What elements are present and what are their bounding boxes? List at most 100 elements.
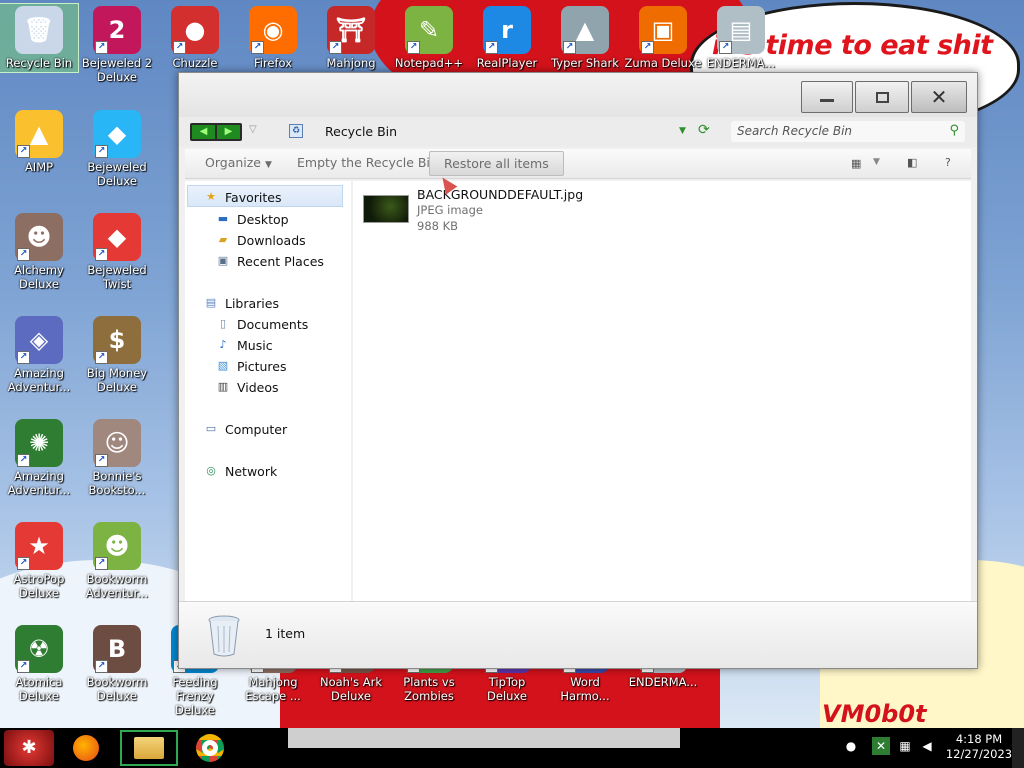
- search-icon[interactable]: ⚲: [949, 123, 959, 138]
- forward-button[interactable]: ▶: [217, 125, 240, 139]
- shortcut-arrow-icon: ↗: [17, 557, 30, 570]
- firefox-icon: [73, 735, 99, 761]
- shortcut-arrow-icon: ↗: [95, 145, 108, 158]
- desktop-icon-label: Typer Shark: [551, 56, 619, 70]
- search-input[interactable]: Search Recycle Bin ⚲: [731, 121, 965, 142]
- navigation-pane: ★ Favorites ▬ Desktop ▰ Downloads ▣ Rece…: [185, 181, 351, 601]
- desktop-icon-label: Bejeweled 2 Deluxe: [81, 56, 153, 84]
- window-titlebar[interactable]: ✕: [179, 73, 977, 117]
- desktop-icon-item[interactable]: ★ ↗ AstroPop Deluxe: [0, 520, 78, 602]
- desktop-icon-box: ◆ ↗ Bejeweled Deluxe: [78, 108, 156, 190]
- bookworm-adventures-icon: ☻ ↗: [93, 522, 141, 570]
- recent-pages-chevron-icon[interactable]: ▽: [249, 124, 257, 135]
- network-tray-icon[interactable]: ▦: [896, 737, 914, 755]
- show-desktop-button[interactable]: [1012, 728, 1024, 768]
- nav-favorites[interactable]: ★ Favorites: [203, 187, 281, 207]
- start-button[interactable]: ✱: [4, 730, 54, 766]
- security-alert-icon[interactable]: ✕: [872, 737, 890, 755]
- recycle-bin-window[interactable]: ✕ ◀ ▶ ▽ ♻ Recycle Bin ▼ ⟳ Search Recycle…: [178, 72, 978, 669]
- nav-music-label: Music: [237, 337, 273, 353]
- chevron-down-icon: ▼: [264, 160, 272, 170]
- desktop-icon-box: ☢ ↗ Atomica Deluxe: [0, 623, 78, 705]
- desktop-icon-box: ☻ ↗ Bookworm Adventur...: [78, 520, 156, 602]
- desktop-icon-item[interactable]: ◈ ↗ Amazing Adventur...: [0, 314, 78, 396]
- desktop-icon-label: Bejeweled Twist: [87, 263, 147, 291]
- nav-recent-places[interactable]: ▣ Recent Places: [215, 251, 324, 271]
- refresh-icon[interactable]: ⟳: [698, 122, 710, 138]
- realplayer-icon: r ↗: [483, 6, 531, 54]
- recycle-bin-large-icon: [208, 615, 240, 657]
- desktop-icon-box: ✺ ↗ Amazing Adventur...: [0, 417, 78, 499]
- breadcrumb[interactable]: Recycle Bin: [325, 124, 397, 139]
- desktop-icon-item[interactable]: ◆ ↗ Bejeweled Deluxe: [78, 108, 156, 190]
- nav-downloads[interactable]: ▰ Downloads: [215, 230, 306, 250]
- desktop-icon-item[interactable]: ✺ ↗ Amazing Adventur...: [0, 417, 78, 499]
- desktop-icon-item[interactable]: ⛩ ↗ Mahjong: [312, 4, 390, 72]
- nav-videos[interactable]: ▥ Videos: [215, 377, 279, 397]
- nav-computer[interactable]: ▭ Computer: [203, 419, 287, 439]
- desktop-icon-item[interactable]: ☻ ↗ Bookworm Adventur...: [78, 520, 156, 602]
- desktop-icon-item[interactable]: r ↗ RealPlayer: [468, 4, 546, 72]
- desktop-icon-label: ENDERMA...: [706, 56, 776, 70]
- taskbar-chrome[interactable]: [188, 730, 232, 766]
- desktop-icon-item[interactable]: ◉ ↗ Firefox: [234, 4, 312, 72]
- view-options-icon[interactable]: ▦: [851, 157, 861, 170]
- empty-recycle-bin-button[interactable]: Empty the Recycle Bin: [297, 155, 438, 170]
- shortcut-arrow-icon: ↗: [407, 41, 420, 54]
- desktop-icon-item[interactable]: ▲ ↗ Typer Shark: [546, 4, 624, 72]
- desktop-icon-item[interactable]: ▤↗ ENDERMA...: [702, 4, 780, 72]
- desktop-icon-item[interactable]: ▲ ↗ AIMP: [0, 108, 78, 176]
- desktop-icon-item[interactable]: ▣ ↗ Zuma Deluxe: [624, 4, 702, 72]
- maximize-button[interactable]: [855, 81, 909, 113]
- taskbar-explorer[interactable]: [120, 730, 178, 766]
- minimize-button[interactable]: [801, 81, 853, 113]
- bejeweled2-icon: 2 ↗: [93, 6, 141, 54]
- nav-libraries[interactable]: ▤ Libraries: [203, 293, 279, 313]
- shortcut-arrow-icon: ↗: [563, 41, 576, 54]
- bejeweled-twist-icon: ◆ ↗: [93, 213, 141, 261]
- desktop-icon-item[interactable]: 🗑 Recycle Bin: [0, 3, 79, 73]
- view-chevron-down-icon[interactable]: ▼: [873, 157, 880, 167]
- desktop-icon-box: ▣ ↗ Zuma Deluxe: [624, 4, 702, 72]
- desktop-icon-label: RealPlayer: [476, 56, 538, 70]
- nav-network-label: Network: [225, 463, 278, 479]
- action-center-icon[interactable]: ●: [842, 737, 860, 755]
- nav-network[interactable]: ◎ Network: [203, 461, 277, 481]
- desktop-icon-item[interactable]: ☢ ↗ Atomica Deluxe: [0, 623, 78, 705]
- network-icon: ◎: [206, 464, 216, 477]
- restore-all-items-button[interactable]: Restore all items: [429, 151, 564, 176]
- close-button[interactable]: ✕: [911, 81, 967, 113]
- desktop-icon-label: Bejeweled Deluxe: [87, 160, 147, 188]
- desktop-icon-item[interactable]: ☻ ↗ Alchemy Deluxe: [0, 211, 78, 293]
- nav-desktop[interactable]: ▬ Desktop: [215, 209, 289, 229]
- desktop-icon-item[interactable]: 2 ↗ Bejeweled 2 Deluxe: [78, 4, 156, 86]
- desktop-icon-label: AstroPop Deluxe: [13, 572, 65, 600]
- shortcut-arrow-icon: ↗: [17, 248, 30, 261]
- desktop-icon-item[interactable]: $ ↗ Big Money Deluxe: [78, 314, 156, 396]
- nav-libraries-label: Libraries: [225, 295, 279, 311]
- back-button[interactable]: ◀: [192, 125, 215, 139]
- nav-documents-label: Documents: [237, 316, 309, 332]
- preview-pane-icon[interactable]: ◧: [907, 156, 917, 169]
- volume-icon[interactable]: ◀: [918, 737, 936, 755]
- desktop-icon-item[interactable]: ● ↗ Chuzzle: [156, 4, 234, 72]
- help-button[interactable]: ?: [945, 156, 951, 169]
- desktop-icon-item[interactable]: B ↗ Bookworm Deluxe: [78, 623, 156, 705]
- nav-recent-label: Recent Places: [237, 253, 324, 269]
- nav-music[interactable]: ♪ Music: [215, 335, 273, 355]
- nav-pictures[interactable]: ▧ Pictures: [215, 356, 287, 376]
- recycle-bin-icon: 🗑: [15, 6, 63, 54]
- maximize-icon: [875, 91, 889, 103]
- desktop-icon-item[interactable]: ✎ ↗ Notepad++: [390, 4, 468, 72]
- desktop-icon-item[interactable]: ☺ ↗ Bonnie's Booksto...: [78, 417, 156, 499]
- wallpaper-watermark: VM0b0t: [822, 700, 927, 728]
- address-dropdown-icon[interactable]: ▼: [679, 126, 686, 136]
- nav-documents[interactable]: ▯ Documents: [215, 314, 308, 334]
- taskbar-firefox[interactable]: [60, 730, 112, 766]
- bonnies-bookstore-icon: ☺ ↗: [93, 419, 141, 467]
- desktop-icon-item[interactable]: ◆ ↗ Bejeweled Twist: [78, 211, 156, 293]
- big-money-icon: $ ↗: [93, 316, 141, 364]
- shortcut-arrow-icon: ↗: [329, 41, 342, 54]
- organize-button[interactable]: Organize ▼: [205, 155, 272, 170]
- clock[interactable]: 4:18 PM 12/27/2023: [940, 732, 1018, 762]
